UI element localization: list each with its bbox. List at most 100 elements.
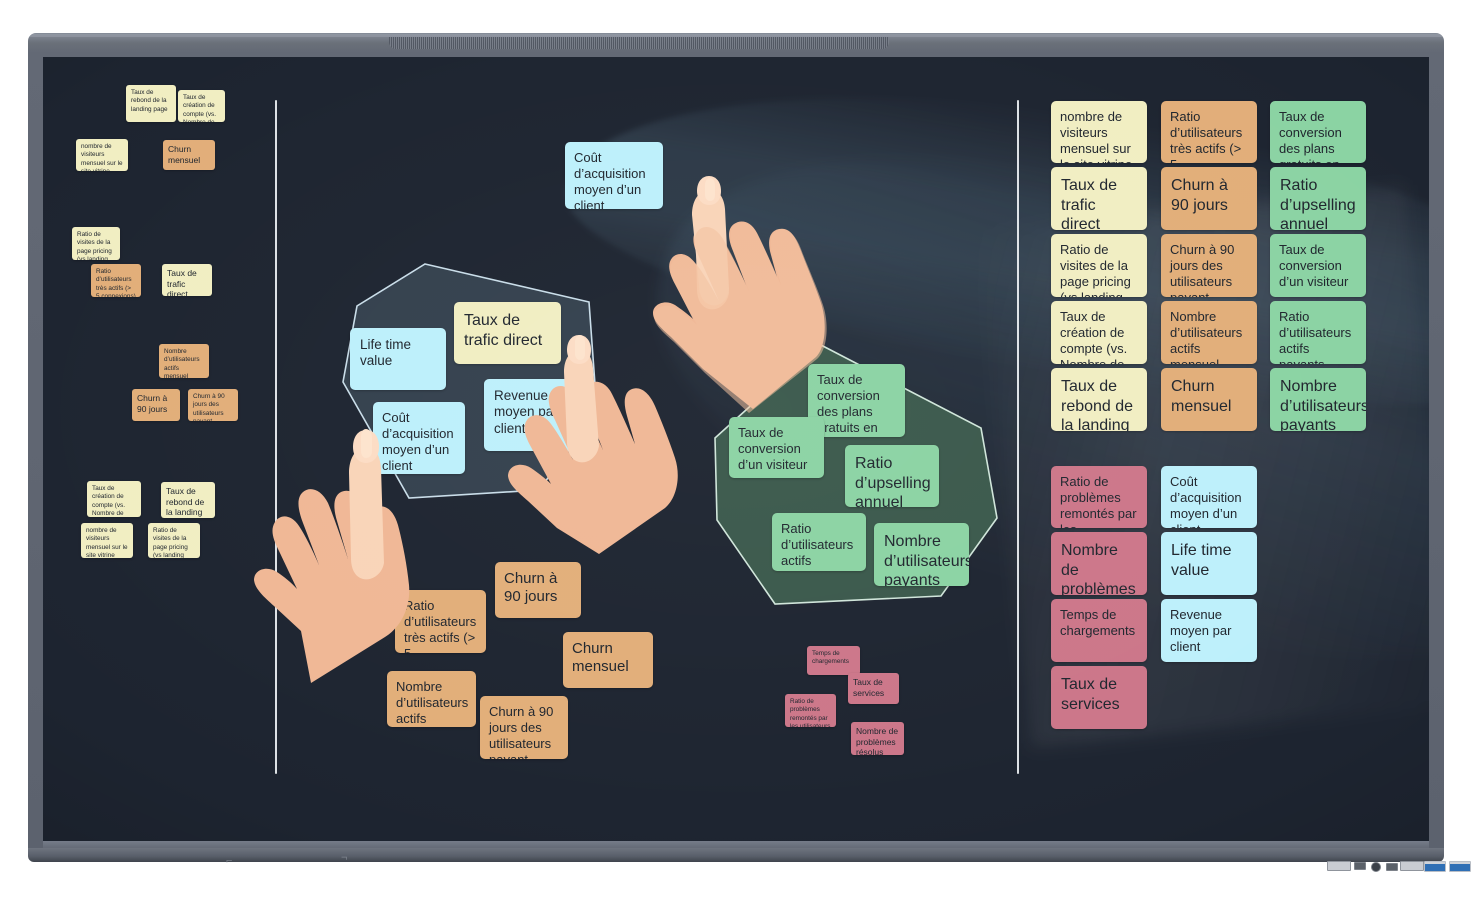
- right-col2-note-0[interactable]: Taux de conversion des plans gratuits en…: [1270, 101, 1366, 163]
- right-col1-note-3[interactable]: Nombre d’utilisateurs actifs mensuel: [1161, 301, 1257, 364]
- right-lower1-note-1[interactable]: Life time value: [1161, 532, 1257, 595]
- left-note-3[interactable]: Churn mensuel: [163, 140, 215, 170]
- pink-note-1-label: Taux de services: [853, 677, 885, 698]
- left-note-12-label: nombre de visiteurs mensuel sur le site …: [86, 527, 128, 558]
- left-note-6[interactable]: Taux de trafic direct: [162, 264, 212, 296]
- left-note-7[interactable]: Nombre d’utilisateurs actifs mensuel: [159, 344, 209, 378]
- left-note-4-label: Ratio de visites de la page pricing (vs …: [77, 231, 112, 260]
- cluster1-note-life-time-value[interactable]: Life time value: [350, 328, 446, 390]
- right-col2-note-1-label: Ratio d’upselling annuel: [1280, 177, 1356, 230]
- left-note-3-label: Churn mensuel: [168, 144, 201, 165]
- right-lower0-note-0[interactable]: Ratio de problèmes remontés par les util…: [1051, 466, 1147, 528]
- right-col0-note-2[interactable]: Ratio de visites de la page pricing (vs …: [1051, 234, 1147, 297]
- right-col0-note-1[interactable]: Taux de trafic direct: [1051, 167, 1147, 230]
- left-note-0[interactable]: Taux de rebond de la landing page: [126, 85, 176, 122]
- screenshot-stage: Taux de rebond de la landing page Taux d…: [0, 0, 1472, 900]
- left-note-10-label: Taux de création de compte (vs. Nombre d…: [92, 485, 126, 517]
- right-col0-note-2-label: Ratio de visites de la page pricing (vs …: [1060, 242, 1131, 297]
- right-lower0-note-3[interactable]: Taux de services: [1051, 666, 1147, 729]
- right-col0-note-3[interactable]: Taux de création de compte (vs. Nombre d…: [1051, 301, 1147, 364]
- hdmi-port-icon[interactable]: [1327, 861, 1351, 871]
- left-note-11-label: Taux de rebond de la landing page: [166, 486, 205, 518]
- left-note-13[interactable]: Ratio de visites de la page pricing (vs …: [148, 523, 200, 558]
- left-note-2[interactable]: nombre de visiteurs mensuel sur le site …: [76, 139, 128, 171]
- right-col1-note-0-label: Ratio d’utilisateurs très actifs (> 5 co…: [1170, 109, 1243, 163]
- right-col1-note-4[interactable]: Churn mensuel: [1161, 368, 1257, 431]
- service-port-icon[interactable]: [1386, 863, 1398, 871]
- right-col0-note-0-label: nombre de visiteurs mensuel sur le site …: [1060, 109, 1132, 163]
- cluster2-note-conversion-visiteur[interactable]: Taux de conversion d’un visiteur: [729, 417, 824, 478]
- cluster2-note-ratio-actifs-payants[interactable]: Ratio d’utilisateurs actifs payants: [772, 513, 866, 571]
- right-col2-note-1[interactable]: Ratio d’upselling annuel: [1270, 167, 1366, 230]
- right-col0-note-4-label: Taux de rebond de la landing page: [1061, 378, 1134, 431]
- left-note-4[interactable]: Ratio de visites de la page pricing (vs …: [72, 227, 120, 260]
- right-col2-note-4[interactable]: Nombre d’utilisateurs payants: [1270, 368, 1366, 431]
- left-note-8-label: Churn à 90 jours: [137, 393, 168, 414]
- left-note-2-label: nombre de visiteurs mensuel sur le site …: [81, 143, 123, 171]
- right-col2-note-3-label: Ratio d’utilisateurs actifs payants: [1279, 309, 1352, 364]
- cluster2-note-upselling[interactable]: Ratio d’upselling annuel: [845, 445, 939, 507]
- orange-note-4[interactable]: Churn à 90 jours des utilisateurs payant: [480, 696, 568, 759]
- right-col0-note-4[interactable]: Taux de rebond de la landing page: [1051, 368, 1147, 431]
- usb-port-2-icon[interactable]: [1449, 861, 1471, 872]
- right-col2-note-3[interactable]: Ratio d’utilisateurs actifs payants: [1270, 301, 1366, 364]
- left-note-11[interactable]: Taux de rebond de la landing page: [161, 482, 215, 518]
- bezel-chin: [28, 848, 1444, 862]
- left-note-10[interactable]: Taux de création de compte (vs. Nombre d…: [87, 481, 141, 517]
- hand-lower-left: [253, 387, 453, 687]
- right-col1-note-2[interactable]: Churn à 90 jours des utilisateurs payant: [1161, 234, 1257, 297]
- right-col1-note-1-label: Churn à 90 jours: [1171, 177, 1228, 214]
- usb-port-1-icon[interactable]: [1424, 861, 1446, 872]
- right-lower1-note-2-label: Revenue moyen par client: [1170, 607, 1232, 654]
- right-col1-note-1[interactable]: Churn à 90 jours: [1161, 167, 1257, 230]
- cluster2-note-1-label: Taux de conversion d’un visiteur: [738, 425, 808, 472]
- left-note-5[interactable]: Ratio d’utilisateurs très actifs (> 5 co…: [91, 264, 141, 297]
- left-note-1-label: Taux de création de compte (vs. Nombre d…: [183, 94, 217, 122]
- aux-port-icon[interactable]: [1354, 862, 1366, 870]
- left-note-8[interactable]: Churn à 90 jours: [132, 389, 180, 421]
- right-col0-note-1-label: Taux de trafic direct: [1061, 177, 1118, 230]
- cluster2-note-2-label: Ratio d’upselling annuel: [855, 455, 931, 507]
- right-lower0-note-0-label: Ratio de problèmes remontés par les util…: [1060, 474, 1137, 528]
- left-note-9[interactable]: Churn à 90 jours des utilisateurs payant: [188, 389, 238, 421]
- divider-right: [1017, 100, 1019, 774]
- left-note-1[interactable]: Taux de création de compte (vs. Nombre d…: [178, 90, 225, 122]
- audio-jack-icon[interactable]: [1371, 862, 1381, 872]
- speaker-grille-icon: [389, 37, 889, 49]
- right-lower0-note-1[interactable]: Nombre de problèmes résolus: [1051, 532, 1147, 595]
- right-lower1-note-0[interactable]: Coût d’acquisition moyen d’un client: [1161, 466, 1257, 528]
- orange-note-1[interactable]: Churn à 90 jours: [495, 562, 581, 618]
- right-lower1-note-1-label: Life time value: [1171, 542, 1232, 579]
- pink-note-2-label: Ratio de problèmes remontés par les util…: [790, 698, 831, 727]
- orange-note-1-label: Churn à 90 jours: [504, 570, 558, 606]
- right-col2-note-4-label: Nombre d’utilisateurs payants: [1280, 378, 1366, 431]
- whiteboard-screen[interactable]: Taux de rebond de la landing page Taux d…: [43, 57, 1429, 841]
- right-col2-note-0-label: Taux de conversion des plans gratuits en…: [1279, 109, 1342, 163]
- right-lower0-note-3-label: Taux de services: [1061, 676, 1120, 713]
- left-note-7-label: Nombre d’utilisateurs actifs mensuel: [164, 348, 200, 378]
- bezel-tick-left: ⌐: [226, 855, 233, 867]
- pink-note-2[interactable]: Ratio de problèmes remontés par les util…: [785, 694, 836, 727]
- cluster1-note-0-label: Life time value: [360, 337, 412, 369]
- right-lower1-note-0-label: Coût d’acquisition moyen d’un client: [1170, 474, 1242, 528]
- right-col0-note-3-label: Taux de création de compte (vs. Nombre d…: [1060, 309, 1128, 364]
- pink-note-0[interactable]: Temps de chargements: [807, 646, 860, 675]
- pink-note-1[interactable]: Taux de services: [848, 673, 899, 704]
- left-note-12[interactable]: nombre de visiteurs mensuel sur le site …: [81, 523, 133, 558]
- right-lower1-note-2[interactable]: Revenue moyen par client: [1161, 599, 1257, 662]
- orange-note-4-label: Churn à 90 jours des utilisateurs payant: [489, 704, 554, 759]
- orange-note-2-label: Churn mensuel: [572, 640, 629, 676]
- right-col1-note-0[interactable]: Ratio d’utilisateurs très actifs (> 5 co…: [1161, 101, 1257, 163]
- pink-note-3[interactable]: Nombre de problèmes résolus: [851, 722, 904, 755]
- right-lower0-note-2-label: Temps de chargements: [1060, 607, 1136, 638]
- right-col0-note-0[interactable]: nombre de visiteurs mensuel sur le site …: [1051, 101, 1147, 163]
- cluster2-note-nombre-payants[interactable]: Nombre d’utilisateurs payants: [874, 523, 969, 586]
- right-lower0-note-1-label: Nombre de problèmes résolus: [1061, 542, 1136, 595]
- display-port-icon[interactable]: [1400, 861, 1424, 871]
- orange-note-2[interactable]: Churn mensuel: [563, 632, 653, 688]
- left-note-6-label: Taux de trafic direct: [167, 268, 197, 296]
- left-note-5-label: Ratio d’utilisateurs très actifs (> 5 co…: [96, 268, 136, 297]
- hand-middle: [503, 322, 703, 562]
- right-lower0-note-2[interactable]: Temps de chargements: [1051, 599, 1147, 662]
- right-col2-note-2[interactable]: Taux de conversion d’un visiteur: [1270, 234, 1366, 297]
